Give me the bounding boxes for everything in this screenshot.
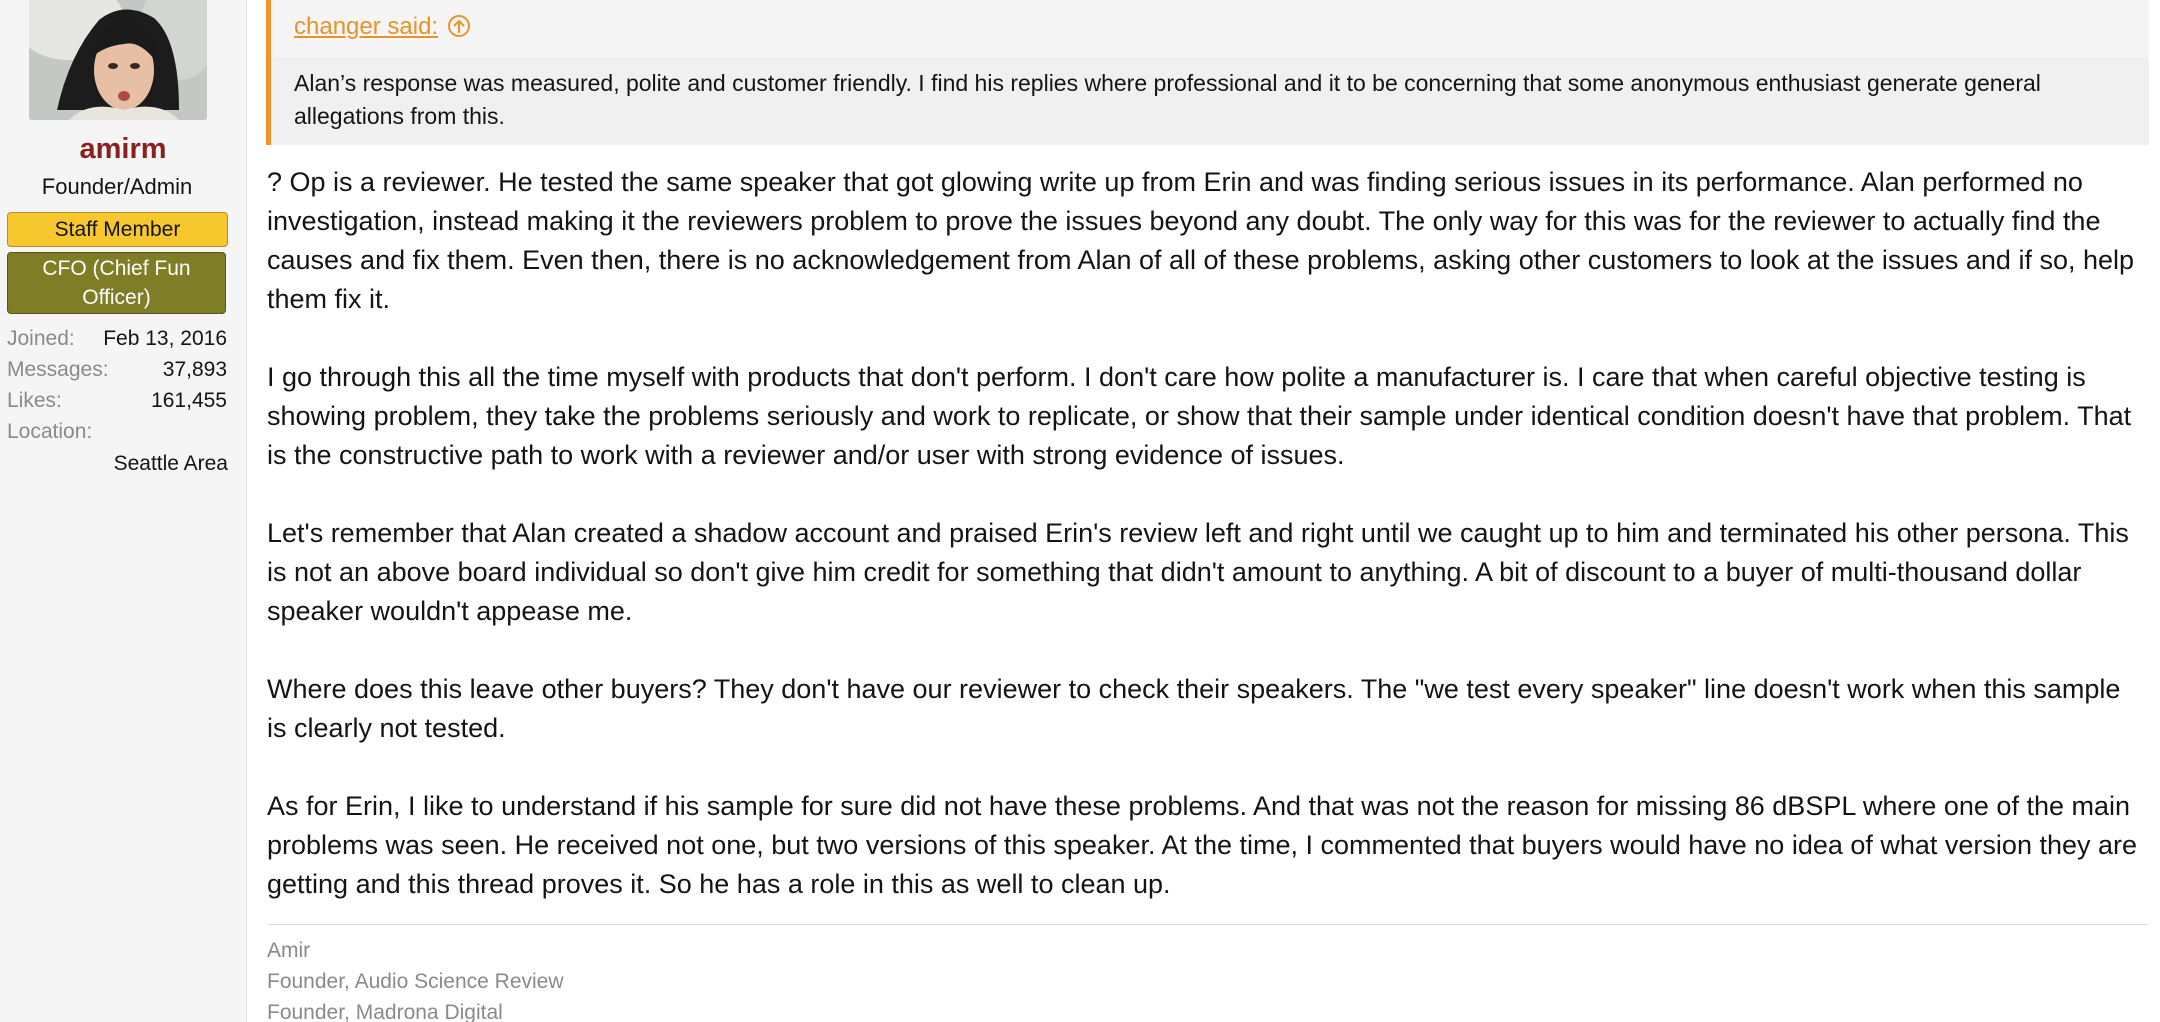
user-title: Founder/Admin [41, 174, 193, 199]
quote-block: changer said: Alan’s response was measur… [266, 0, 2149, 145]
signature-line: Founder, Madrona Digital [267, 1001, 503, 1022]
stat-likes: Likes: 161,455 [7, 386, 227, 416]
messages-value[interactable]: 37,893 [163, 355, 227, 385]
avatar[interactable] [29, 0, 207, 120]
quote-author-text: changer said: [294, 13, 439, 40]
quote-text: Alan’s response was measured, polite and… [271, 57, 2149, 145]
forum-post: amirm Founder/Admin Staff Member CFO (Ch… [0, 0, 2160, 1022]
post-paragraph: ? Op is a reviewer. He tested the same s… [267, 167, 2135, 314]
location-value[interactable]: Seattle Area [114, 449, 228, 479]
joined-value: Feb 13, 2016 [103, 327, 227, 350]
stat-location: Location: [7, 417, 227, 447]
likes-label: Likes: [7, 389, 62, 412]
stat-joined: Joined: Feb 13, 2016 [7, 324, 227, 354]
messages-label: Messages: [7, 358, 109, 381]
signature-line: Amir [267, 939, 311, 962]
post-paragraph: Where does this leave other buyers? They… [267, 674, 2121, 743]
signature: Amir Founder, Audio Science Review Found… [267, 924, 2149, 1022]
staff-badge: Staff Member [7, 212, 228, 247]
post-paragraph: Let's remember that Alan created a shado… [267, 518, 2129, 626]
cfo-badge-label: CFO (Chief Fun Officer) [42, 257, 191, 309]
likes-value: 161,455 [151, 389, 227, 412]
signature-line: Founder, Audio Science Review [267, 970, 564, 993]
post-content: changer said: Alan’s response was measur… [247, 0, 2160, 1022]
post-paragraph: I go through this all the time myself wi… [267, 362, 2132, 470]
cfo-badge: CFO (Chief Fun Officer) [7, 252, 226, 314]
username-link[interactable]: amirm [0, 133, 246, 166]
arrow-up-circle-icon[interactable] [448, 15, 471, 37]
post-body: ? Op is a reviewer. He tested the same s… [267, 163, 2147, 943]
stat-messages: Messages: 37,893 [7, 355, 227, 385]
location-label: Location: [7, 420, 93, 443]
user-sidebar: amirm Founder/Admin Staff Member CFO (Ch… [0, 0, 247, 1022]
joined-label: Joined: [7, 327, 75, 350]
post-paragraph: As for Erin, I like to understand if his… [267, 791, 2138, 899]
quote-author-link[interactable]: changer said: [294, 12, 471, 41]
